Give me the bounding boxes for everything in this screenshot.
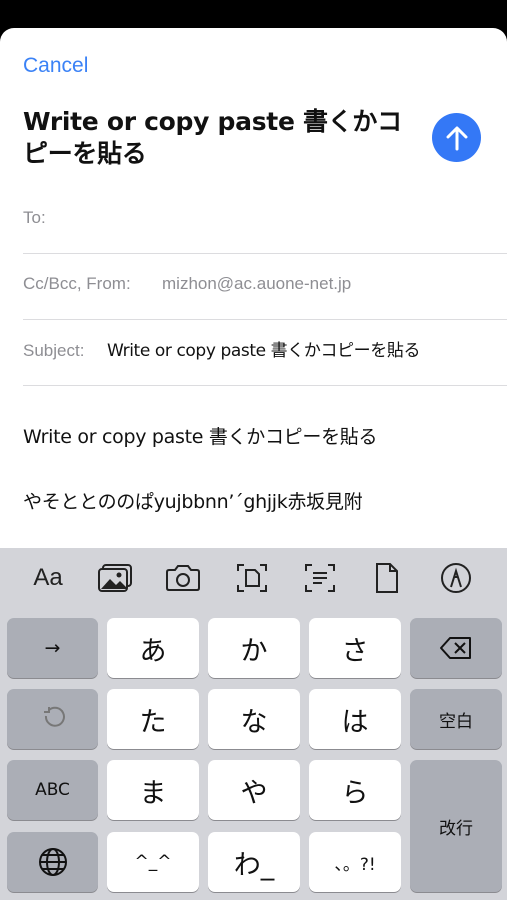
key-ta[interactable]: た xyxy=(107,689,199,749)
space-key[interactable]: 空白 xyxy=(410,689,502,749)
japanese-kana-keyboard: Aa → あ か さ た な は 空白 ABC ま や ら 改行 ^_^ わ_ … xyxy=(0,548,507,900)
undo-key[interactable] xyxy=(7,689,98,749)
to-field[interactable]: To: xyxy=(23,198,507,254)
key-ma[interactable]: ま xyxy=(107,760,199,820)
body-text-line[interactable]: Write or copy paste 書くかコピーを貼る xyxy=(23,422,377,449)
scan-text-icon[interactable] xyxy=(300,560,340,596)
cc-bcc-from-label: Cc/Bcc, From: xyxy=(23,274,131,293)
delete-key[interactable] xyxy=(410,618,502,678)
arrow-up-icon xyxy=(446,126,467,150)
scan-document-icon[interactable] xyxy=(232,560,272,596)
key-ha[interactable]: は xyxy=(309,689,401,749)
undo-icon xyxy=(43,706,65,727)
subject-value[interactable]: Write or copy paste 書くかコピーを貼る xyxy=(107,341,459,361)
globe-key[interactable] xyxy=(7,832,98,892)
send-button[interactable] xyxy=(432,113,481,162)
key-ra[interactable]: ら xyxy=(309,760,401,820)
subject-label: Subject: xyxy=(23,341,85,360)
key-na[interactable]: な xyxy=(208,689,300,749)
cancel-button[interactable]: Cancel xyxy=(23,54,88,78)
subject-field[interactable]: Subject: Write or copy paste 書くかコピーを貼る xyxy=(23,320,507,386)
key-ka[interactable]: か xyxy=(208,618,300,678)
delete-icon xyxy=(440,637,471,659)
key-wa[interactable]: わ_ xyxy=(208,832,300,892)
from-address: mizhon@ac.auone-net.jp xyxy=(162,274,352,293)
globe-icon xyxy=(38,848,67,876)
format-button[interactable]: Aa xyxy=(28,560,68,596)
next-candidate-key[interactable]: → xyxy=(7,618,98,678)
punctuation-key[interactable]: 、。?! xyxy=(309,832,401,892)
markup-icon[interactable] xyxy=(436,560,476,596)
return-key[interactable]: 改行 xyxy=(410,760,502,892)
to-label: To: xyxy=(23,208,46,227)
abc-key[interactable]: ABC xyxy=(7,760,98,820)
kaomoji-key[interactable]: ^_^ xyxy=(107,832,199,892)
compose-title: Write or copy paste 書くかコピーを貼る xyxy=(23,107,402,168)
key-sa[interactable]: さ xyxy=(309,618,401,678)
document-icon[interactable] xyxy=(367,560,407,596)
camera-icon[interactable] xyxy=(163,560,203,596)
cc-bcc-from-field[interactable]: Cc/Bcc, From: mizhon@ac.auone-net.jp xyxy=(23,254,507,320)
key-a[interactable]: あ xyxy=(107,618,199,678)
keyboard-toolbar: Aa xyxy=(0,548,507,610)
key-ya[interactable]: や xyxy=(208,760,300,820)
body-text-line[interactable]: やそととののぱyujbbnn’´ghjjk赤坂見附 xyxy=(23,487,363,514)
photo-library-icon[interactable] xyxy=(96,560,136,596)
